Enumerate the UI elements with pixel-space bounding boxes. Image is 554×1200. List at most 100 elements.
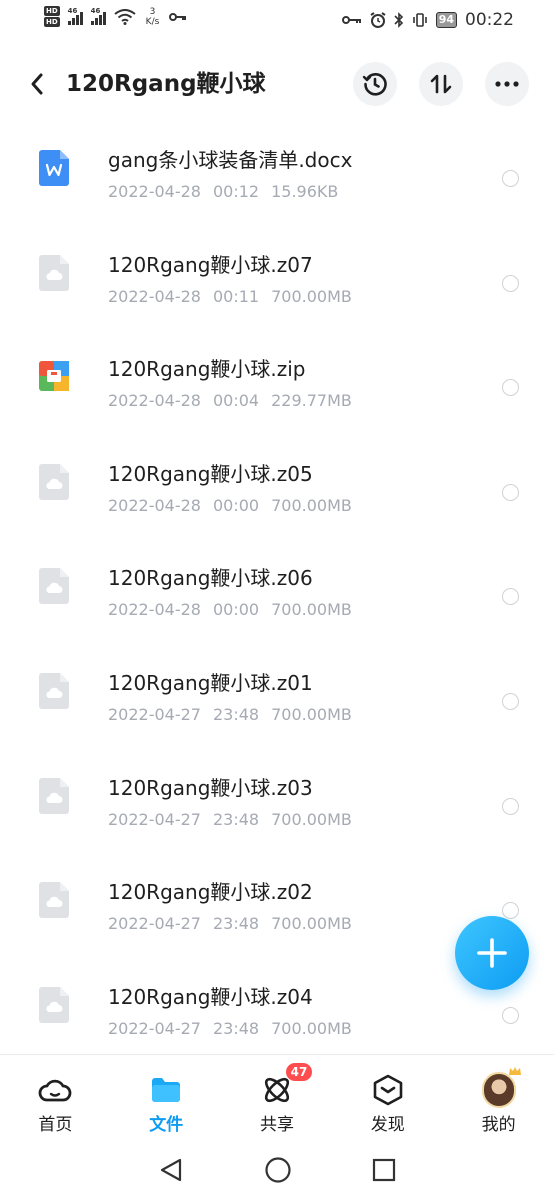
select-radio[interactable] (502, 588, 519, 606)
file-meta: 2022-04-28 00:12 15.96KB (108, 181, 350, 203)
file-name: 120Rgang鞭小球.zip (108, 357, 306, 382)
tab-home[interactable]: 首页 (0, 1055, 111, 1140)
back-button[interactable] (22, 66, 52, 102)
battery-indicator: 94 (435, 12, 457, 28)
file-row[interactable]: gang条小球装备清单.docx 2022-04-28 00:12 15.96KB (0, 126, 554, 231)
file-row[interactable]: 120Rgang鞭小球.z07 2022-04-28 00:11 700.00MB (0, 231, 554, 336)
history-clock-icon (362, 72, 387, 96)
file-date: 2022-04-28 (108, 600, 201, 620)
bottom-tab-bar: 首页 文件 47 共享 发现 我的 (0, 1054, 554, 1140)
file-name: gang条小球装备清单.docx (108, 148, 353, 172)
file-row[interactable]: 120Rgang鞭小球.z05 2022-04-28 00:00 700.00MB (0, 440, 554, 545)
cloud-file-icon (39, 882, 69, 919)
file-size: 229.77MB (271, 391, 352, 411)
hd-indicator: HD HD (44, 6, 60, 27)
file-time: 00:04 (212, 391, 260, 411)
file-name: 120Rgang鞭小球.z01 (108, 670, 313, 695)
home-cloud-icon (38, 1073, 72, 1107)
tab-files[interactable]: 文件 (111, 1055, 222, 1140)
select-radio[interactable] (502, 692, 519, 710)
add-button[interactable] (455, 916, 529, 990)
file-name: 120Rgang鞭小球.z05 (108, 461, 313, 486)
signal-2-icon: 46 (90, 7, 106, 25)
signal-1-icon: 46 (67, 7, 83, 25)
bluetooth-icon (394, 12, 403, 28)
nav-back-button[interactable] (158, 1157, 184, 1183)
file-meta: 2022-04-27 23:48 700.00MB (108, 704, 364, 726)
status-right: 94 00:22 (341, 10, 514, 30)
back-arrow-icon (31, 73, 43, 95)
file-date: 2022-04-27 (108, 914, 201, 934)
file-date: 2022-04-28 (108, 495, 201, 515)
tab-label: 发现 (370, 1115, 405, 1135)
history-button[interactable] (353, 62, 397, 106)
sort-button[interactable] (419, 62, 463, 106)
select-radio[interactable] (502, 797, 519, 815)
tab-label: 文件 (149, 1115, 184, 1135)
file-size: 700.00MB (271, 1018, 352, 1038)
file-date: 2022-04-28 (108, 182, 201, 201)
file-date: 2022-04-27 (108, 1018, 201, 1038)
select-radio[interactable] (502, 483, 519, 501)
file-name: 120Rgang鞭小球.z06 (108, 566, 313, 591)
cloud-file-icon (39, 986, 69, 1023)
file-date: 2022-04-27 (108, 809, 201, 829)
select-radio[interactable] (502, 170, 519, 187)
nav-home-button[interactable] (264, 1156, 292, 1184)
system-nav-bar (0, 1140, 554, 1200)
file-time: 23:48 (212, 809, 260, 829)
status-time: 00:22 (465, 10, 514, 30)
cloud-file-icon (39, 672, 69, 709)
file-time: 23:48 (212, 914, 260, 934)
file-row[interactable]: 120Rgang鞭小球.zip 2022-04-28 00:04 229.77MB (0, 335, 554, 440)
nav-recents-button[interactable] (372, 1158, 396, 1182)
cloud-file-icon (39, 463, 69, 500)
file-row[interactable]: 120Rgang鞭小球.z06 2022-04-28 00:00 700.00MB (0, 544, 554, 649)
select-radio[interactable] (502, 379, 519, 397)
file-row[interactable]: 120Rgang鞭小球.z01 2022-04-27 23:48 700.00MB (0, 649, 554, 754)
select-radio[interactable] (502, 902, 519, 920)
word-doc-icon (39, 150, 69, 186)
wifi-icon (114, 8, 136, 25)
file-meta: 2022-04-28 00:00 700.00MB (108, 495, 364, 517)
file-date: 2022-04-28 (108, 391, 201, 411)
file-time: 23:48 (212, 1018, 260, 1038)
vibrate-icon (412, 13, 427, 27)
cloud-file-icon (39, 568, 69, 605)
file-time: 00:00 (212, 600, 260, 620)
file-date: 2022-04-28 (108, 286, 201, 306)
file-size: 700.00MB (271, 704, 352, 724)
status-bar: HD HD 46 46 3 K/s 94 00:22 (0, 0, 554, 44)
cloud-file-icon (39, 254, 69, 291)
more-button[interactable] (485, 62, 529, 106)
net-speed: 3 K/s (145, 6, 160, 27)
file-meta: 2022-04-27 23:48 700.00MB (108, 913, 364, 935)
tab-discover[interactable]: 发现 (332, 1055, 443, 1140)
notification-badge: 47 (285, 1063, 313, 1081)
file-size: 700.00MB (271, 495, 352, 515)
plus-icon (477, 938, 507, 968)
cloud-file-icon (39, 777, 69, 814)
file-row[interactable]: 120Rgang鞭小球.z03 2022-04-27 23:48 700.00MB (0, 754, 554, 859)
tab-me[interactable]: 我的 (443, 1055, 554, 1140)
file-name: 120Rgang鞭小球.z04 (108, 984, 313, 1009)
sort-arrows-icon (430, 74, 452, 94)
file-date: 2022-04-27 (108, 704, 201, 724)
file-size: 700.00MB (271, 286, 352, 306)
status-left: HD HD 46 46 3 K/s (44, 6, 187, 27)
file-time: 00:12 (212, 182, 260, 201)
header-bar: 120Rgang鞭小球 (0, 58, 554, 110)
file-time: 00:00 (212, 495, 260, 515)
file-size: 15.96KB (271, 182, 339, 201)
file-name: 120Rgang鞭小球.z07 (108, 252, 313, 277)
file-name: 120Rgang鞭小球.z02 (108, 880, 313, 905)
tab-share[interactable]: 47 共享 (222, 1055, 333, 1140)
select-radio[interactable] (502, 1006, 519, 1024)
key-icon (169, 12, 187, 21)
file-meta: 2022-04-28 00:00 700.00MB (108, 599, 364, 621)
alarm-icon (370, 12, 386, 28)
file-size: 700.00MB (271, 914, 352, 934)
file-meta: 2022-04-27 23:48 700.00MB (108, 809, 364, 831)
tab-label: 共享 (259, 1115, 294, 1135)
select-radio[interactable] (502, 274, 519, 292)
